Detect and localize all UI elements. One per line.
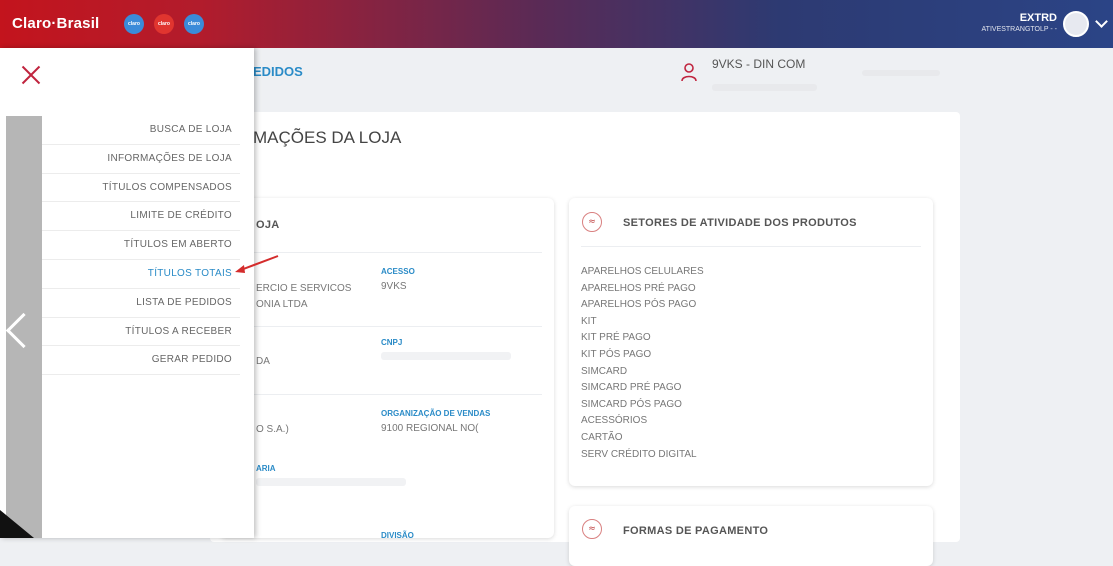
sector-list: APARELHOS CELULARES APARELHOS PRÉ PAGO A… [581,264,704,463]
field-label: CNPJ [381,338,403,347]
page-title: EDIDOS [253,64,303,79]
sectors-card-title: SETORES DE ATIVIDADE DOS PRODUTOS [623,217,857,229]
list-item: SIMCARD [581,365,628,377]
payment-icon: ≈ [582,519,602,539]
divider [232,394,542,395]
field-value: DA [256,356,270,367]
field-label: ACESSO [381,267,415,276]
user-label[interactable]: EXTRD ATIVESTRANGTOLP - - [982,12,1057,33]
section-title: MAÇÕES DA LOJA [253,128,402,147]
store-card [220,198,554,538]
divider [581,246,921,247]
annotation-arrow-icon [235,255,279,273]
menu-item-busca-de-loja[interactable]: BUSCA DE LOJA [42,116,240,145]
list-item: KIT PÓS PAGO [581,348,652,360]
claro-circle-icon: claro [124,14,144,34]
field-value-redacted [381,352,511,360]
list-item: ACESSÓRIOS [581,415,648,427]
field-label: ARIA [256,464,276,473]
field-label: DIVISÃO [381,531,414,540]
claro-circle-icon: claro [184,14,204,34]
list-item: SIMCARD PRÉ PAGO [581,382,682,394]
close-icon[interactable] [20,64,42,86]
avatar-icon[interactable] [1063,11,1089,37]
corner-mark [0,510,34,538]
field-value: O S.A.) [256,424,289,435]
chevron-down-icon[interactable] [1095,15,1108,28]
field-label: ORGANIZAÇÃO DE VENDAS [381,409,491,418]
list-item: SIMCARD PÓS PAGO [581,398,682,410]
store-card-title: OJA [256,219,280,231]
field-value-redacted [256,478,406,486]
top-bar: Claro·Brasil claro claro claro EXTRD ATI… [0,0,1113,48]
user-subtitle: ATIVESTRANGTOLP - - [981,26,1057,33]
list-item: APARELHOS CELULARES [581,266,704,277]
user-name: EXTRD [1019,12,1057,24]
menu-item-titulos-compensados[interactable]: TÍTULOS COMPENSADOS [42,174,240,203]
payment-card-title: FORMAS DE PAGAMENTO [623,525,769,537]
menu-item-lista-de-pedidos[interactable]: LISTA DE PEDIDOS [42,289,240,318]
claro-circle-icon: claro [154,14,174,34]
store-info-redacted [862,70,940,76]
field-value: ERCIO E SERVICOS [256,283,352,294]
brand-logo[interactable]: Claro·Brasil [12,15,99,32]
list-item: CARTÃO [581,431,623,443]
divider [232,326,542,327]
list-item: APARELHOS PÓS PAGO [581,299,697,311]
menu-items: BUSCA DE LOJA INFORMAÇÕES DE LOJA TÍTULO… [42,116,240,376]
menu-item-informacoes-de-loja[interactable]: INFORMAÇÕES DE LOJA [42,145,240,174]
store-subtitle-redacted [712,84,817,91]
sectors-icon: ≈ [582,212,602,232]
menu-item-titulos-totais[interactable]: TÍTULOS TOTAIS [42,260,240,289]
list-item: APARELHOS PRÉ PAGO [581,282,696,294]
menu-item-gerar-pedido[interactable]: GERAR PEDIDO [42,346,240,376]
field-value: 9VKS [381,281,407,292]
list-item: SERV CRÉDITO DIGITAL [581,448,697,460]
menu-item-limite-de-credito[interactable]: LIMITE DE CRÉDITO [42,202,240,232]
store-name: 9VKS - DIN COM [712,57,806,71]
user-icon [681,63,697,82]
field-value: 9100 REGIONAL NO( [381,423,479,434]
list-item: KIT PRÉ PAGO [581,332,651,344]
menu-item-titulos-em-aberto[interactable]: TÍTULOS EM ABERTO [42,231,240,260]
menu-item-titulos-a-receber[interactable]: TÍTULOS A RECEBER [42,318,240,347]
field-value: ONIA LTDA [256,299,308,310]
list-item: KIT [581,315,597,327]
